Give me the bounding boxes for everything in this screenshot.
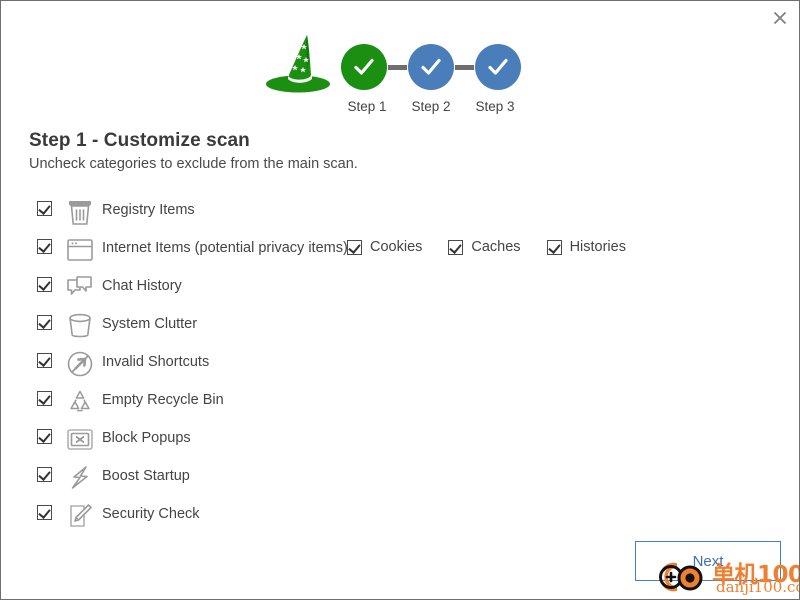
step-label-2: Step 2 bbox=[411, 99, 451, 114]
category-row-boost-startup[interactable]: Boost Startup bbox=[1, 459, 799, 497]
category-row-chat-history[interactable]: Chat History bbox=[1, 269, 799, 307]
category-label: Invalid Shortcuts bbox=[102, 354, 210, 370]
category-label: System Clutter bbox=[102, 316, 198, 332]
browser-window-icon bbox=[63, 233, 97, 267]
category-row-invalid-shortcuts[interactable]: Invalid Shortcuts bbox=[1, 345, 799, 383]
category-label: Registry Items bbox=[102, 202, 195, 218]
broken-shortcut-icon bbox=[63, 347, 97, 381]
step-labels: Step 1 Step 2 Step 3 bbox=[337, 99, 525, 114]
category-row-security-check[interactable]: Security Check bbox=[1, 497, 799, 535]
next-button-label: Next bbox=[692, 552, 724, 570]
trash-bin-icon bbox=[63, 195, 97, 229]
checkbox-system-clutter[interactable] bbox=[37, 315, 52, 330]
sub-option-label: Histories bbox=[569, 239, 626, 255]
category-label: Empty Recycle Bin bbox=[102, 392, 224, 408]
check-icon bbox=[421, 58, 441, 75]
pencil-edit-icon bbox=[63, 499, 97, 533]
page-subtitle: Uncheck categories to exclude from the m… bbox=[29, 156, 358, 172]
category-row-empty-recycle-bin[interactable]: Empty Recycle Bin bbox=[1, 383, 799, 421]
check-icon bbox=[354, 58, 374, 75]
category-label: Boost Startup bbox=[102, 468, 190, 484]
sub-option-caches[interactable]: Caches bbox=[448, 239, 521, 255]
check-icon bbox=[488, 58, 508, 75]
sub-option-label: Caches bbox=[471, 239, 521, 255]
step-connector-2 bbox=[455, 64, 474, 70]
category-row-system-clutter[interactable]: System Clutter bbox=[1, 307, 799, 345]
category-row-internet-items[interactable]: Internet Items (potential privacy items)… bbox=[1, 231, 799, 269]
customize-scan-dialog: Step 1 Step 2 Step 3 Step 1 - Customize … bbox=[0, 0, 800, 600]
step-circle-2[interactable] bbox=[408, 44, 454, 90]
category-row-block-popups[interactable]: Block Popups bbox=[1, 421, 799, 459]
checkbox-registry-items[interactable] bbox=[37, 201, 52, 216]
internet-sub-options: Cookies Caches Histories bbox=[347, 239, 626, 255]
category-label: Internet Items (potential privacy items) bbox=[102, 240, 348, 256]
category-row-registry-items[interactable]: Registry Items bbox=[1, 193, 799, 231]
lightning-bolt-icon bbox=[63, 461, 97, 495]
checkbox-caches[interactable] bbox=[448, 239, 464, 255]
checkbox-security-check[interactable] bbox=[37, 505, 52, 520]
recycle-icon bbox=[63, 385, 97, 419]
wizard-hat-icon bbox=[263, 29, 333, 95]
category-list: Registry Items Internet Items (potential… bbox=[1, 193, 799, 535]
checkbox-block-popups[interactable] bbox=[37, 429, 52, 444]
step-circle-1[interactable] bbox=[341, 44, 387, 90]
checkbox-empty-recycle-bin[interactable] bbox=[37, 391, 52, 406]
category-label: Security Check bbox=[102, 506, 200, 522]
sub-option-cookies[interactable]: Cookies bbox=[347, 239, 422, 255]
category-label: Block Popups bbox=[102, 430, 191, 446]
page-title: Step 1 - Customize scan bbox=[29, 130, 250, 151]
checkbox-internet-items[interactable] bbox=[37, 239, 52, 254]
chat-bubbles-icon bbox=[63, 271, 97, 305]
step-connector-1 bbox=[388, 64, 407, 70]
step-circle-3[interactable] bbox=[475, 44, 521, 90]
checkbox-histories[interactable] bbox=[546, 239, 562, 255]
checkbox-cookies[interactable] bbox=[347, 239, 362, 255]
sub-option-histories[interactable]: Histories bbox=[546, 239, 626, 255]
step-label-1: Step 1 bbox=[347, 99, 387, 114]
checkbox-invalid-shortcuts[interactable] bbox=[37, 353, 52, 368]
step-label-3: Step 3 bbox=[475, 99, 515, 114]
step-indicator: Step 1 Step 2 Step 3 bbox=[341, 29, 521, 119]
category-label: Chat History bbox=[102, 278, 182, 294]
next-button[interactable]: Next bbox=[635, 541, 781, 581]
wizard-header: Step 1 Step 2 Step 3 bbox=[1, 15, 799, 115]
bucket-icon bbox=[63, 309, 97, 343]
checkbox-boost-startup[interactable] bbox=[37, 467, 52, 482]
popup-block-icon bbox=[63, 423, 97, 457]
sub-option-label: Cookies bbox=[370, 239, 423, 255]
checkbox-chat-history[interactable] bbox=[37, 277, 52, 292]
